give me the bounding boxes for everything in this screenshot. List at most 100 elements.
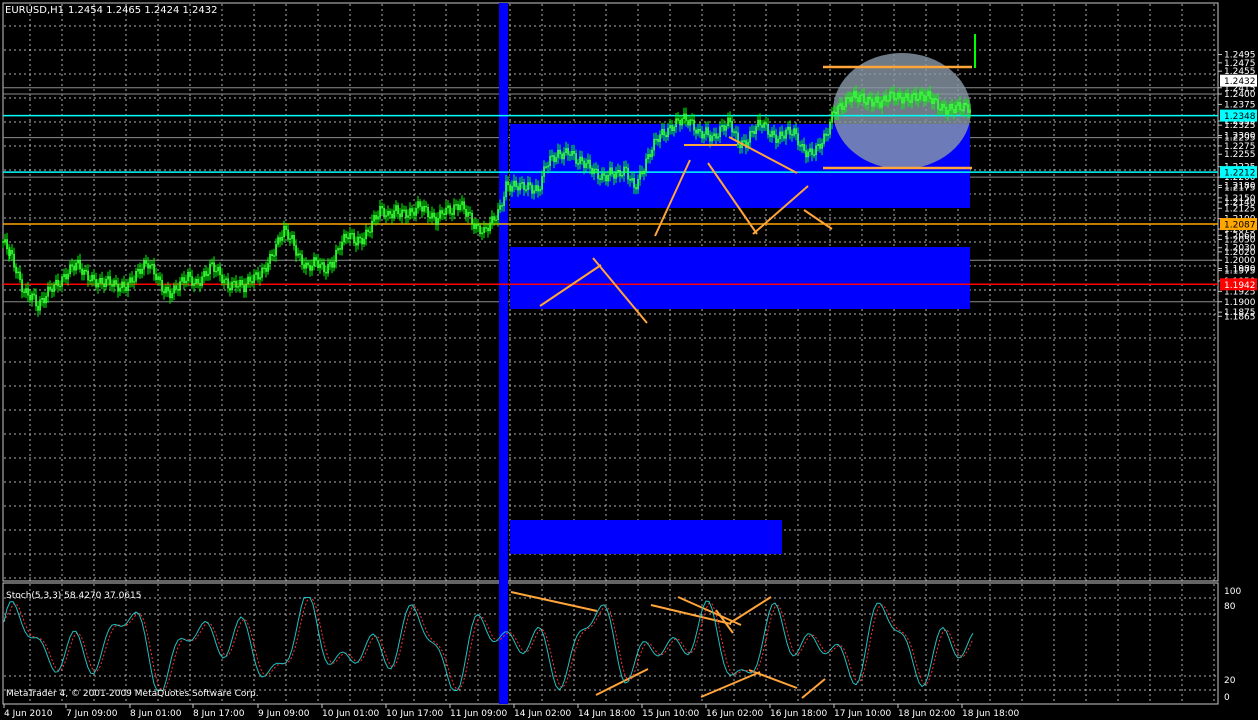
candle-body bbox=[511, 186, 513, 192]
candle-body bbox=[387, 211, 389, 216]
candle-body bbox=[193, 283, 195, 286]
candle-body bbox=[181, 277, 183, 282]
candle-body bbox=[283, 225, 285, 238]
time-axis-label: 8 Jun 17:00 bbox=[193, 709, 245, 719]
watermark: MetaTrader 4, © 2001-2009 MetaQuotes Sof… bbox=[6, 689, 259, 699]
candle-body bbox=[47, 286, 50, 297]
candle-body bbox=[295, 245, 297, 256]
candle-body bbox=[815, 145, 818, 156]
candle-body bbox=[531, 184, 534, 194]
candle-body bbox=[329, 261, 331, 265]
candle-body bbox=[395, 205, 397, 211]
candle-body bbox=[543, 166, 546, 177]
candle-body bbox=[261, 267, 263, 278]
candle-body bbox=[693, 119, 696, 131]
candle-body bbox=[505, 181, 507, 198]
candle-body bbox=[729, 117, 732, 122]
candle-body bbox=[429, 216, 431, 219]
candle-body bbox=[561, 153, 564, 160]
candle-body bbox=[361, 237, 363, 245]
candle-body bbox=[781, 131, 784, 137]
candle-body bbox=[157, 276, 159, 280]
time-axis-label: 14 Jun 18:00 bbox=[578, 709, 635, 719]
candle-body bbox=[409, 208, 411, 216]
candle-body bbox=[175, 285, 177, 290]
candle-body bbox=[769, 134, 772, 137]
candle-body bbox=[163, 291, 165, 294]
candle-body bbox=[21, 279, 23, 292]
candle-body bbox=[45, 296, 48, 304]
candle-body bbox=[139, 268, 141, 274]
candle-body bbox=[439, 210, 441, 219]
candle-body bbox=[367, 229, 369, 232]
chart-header: EURUSD,H1 bbox=[5, 5, 64, 16]
time-axis-label: 18 Jun 18:00 bbox=[962, 709, 1019, 719]
price-axis-label: 1.2125 bbox=[1224, 204, 1256, 214]
candle-body bbox=[25, 288, 27, 293]
candle-body bbox=[851, 96, 854, 102]
candle-body bbox=[587, 159, 590, 164]
candle-body bbox=[579, 156, 582, 164]
candle-body bbox=[313, 257, 315, 267]
candle-body bbox=[867, 96, 870, 105]
candle-body bbox=[557, 149, 560, 158]
candle-body bbox=[799, 144, 802, 147]
candle-body bbox=[113, 280, 116, 287]
candle-body bbox=[797, 133, 800, 146]
candle-body bbox=[887, 100, 890, 102]
candle-body bbox=[947, 110, 950, 115]
candle-body bbox=[345, 233, 347, 238]
candle-body bbox=[855, 91, 858, 98]
candle-body bbox=[521, 182, 524, 184]
price-axis-label: 1.2325 bbox=[1224, 121, 1256, 131]
candle-body bbox=[551, 155, 554, 157]
candle-body bbox=[173, 285, 175, 294]
price-chart-window[interactable]: 1.24951.24751.24551.24151.24001.23751.23… bbox=[0, 0, 1258, 720]
candle-body bbox=[893, 92, 896, 101]
candle-body bbox=[609, 167, 612, 176]
candle-body bbox=[131, 277, 133, 283]
candle-body bbox=[143, 260, 145, 270]
candle-body bbox=[659, 134, 662, 142]
candle-body bbox=[393, 210, 395, 219]
candle-body bbox=[679, 120, 682, 126]
candle-body bbox=[71, 264, 74, 267]
candle-body bbox=[397, 205, 399, 214]
candle-body bbox=[601, 173, 604, 180]
candle-body bbox=[619, 170, 622, 177]
candle-body bbox=[281, 236, 283, 241]
candle-body bbox=[311, 265, 313, 271]
candle-body bbox=[965, 103, 968, 105]
candle-body bbox=[891, 91, 894, 94]
time-axis-label: 11 Jun 09:00 bbox=[450, 709, 507, 719]
candle-body bbox=[35, 294, 38, 307]
candle-body bbox=[763, 122, 766, 128]
candle-body bbox=[959, 102, 962, 111]
candle-body bbox=[411, 208, 413, 213]
candle-body bbox=[213, 262, 215, 272]
candle-body bbox=[457, 204, 459, 211]
candle-body bbox=[231, 281, 233, 291]
candle-body bbox=[337, 248, 339, 251]
candle-body bbox=[951, 104, 954, 110]
candle-body bbox=[565, 148, 568, 153]
candle-body bbox=[17, 271, 19, 274]
candle-body bbox=[285, 225, 287, 231]
candle-body bbox=[889, 91, 892, 101]
candle-body bbox=[925, 95, 928, 102]
candle-body bbox=[61, 276, 64, 287]
candle-body bbox=[215, 270, 217, 273]
candle-body bbox=[905, 93, 908, 98]
candle-body bbox=[459, 204, 461, 211]
candle-body bbox=[167, 286, 169, 292]
candle-body bbox=[927, 91, 930, 97]
candle-body bbox=[297, 253, 299, 256]
candle-body bbox=[575, 153, 578, 164]
candle-body bbox=[881, 100, 884, 108]
candle-body bbox=[243, 284, 245, 293]
candle-body bbox=[675, 118, 678, 128]
candle-body bbox=[145, 260, 147, 264]
candle-body bbox=[293, 235, 295, 246]
candle-body bbox=[707, 127, 710, 136]
candle-body bbox=[687, 120, 690, 126]
